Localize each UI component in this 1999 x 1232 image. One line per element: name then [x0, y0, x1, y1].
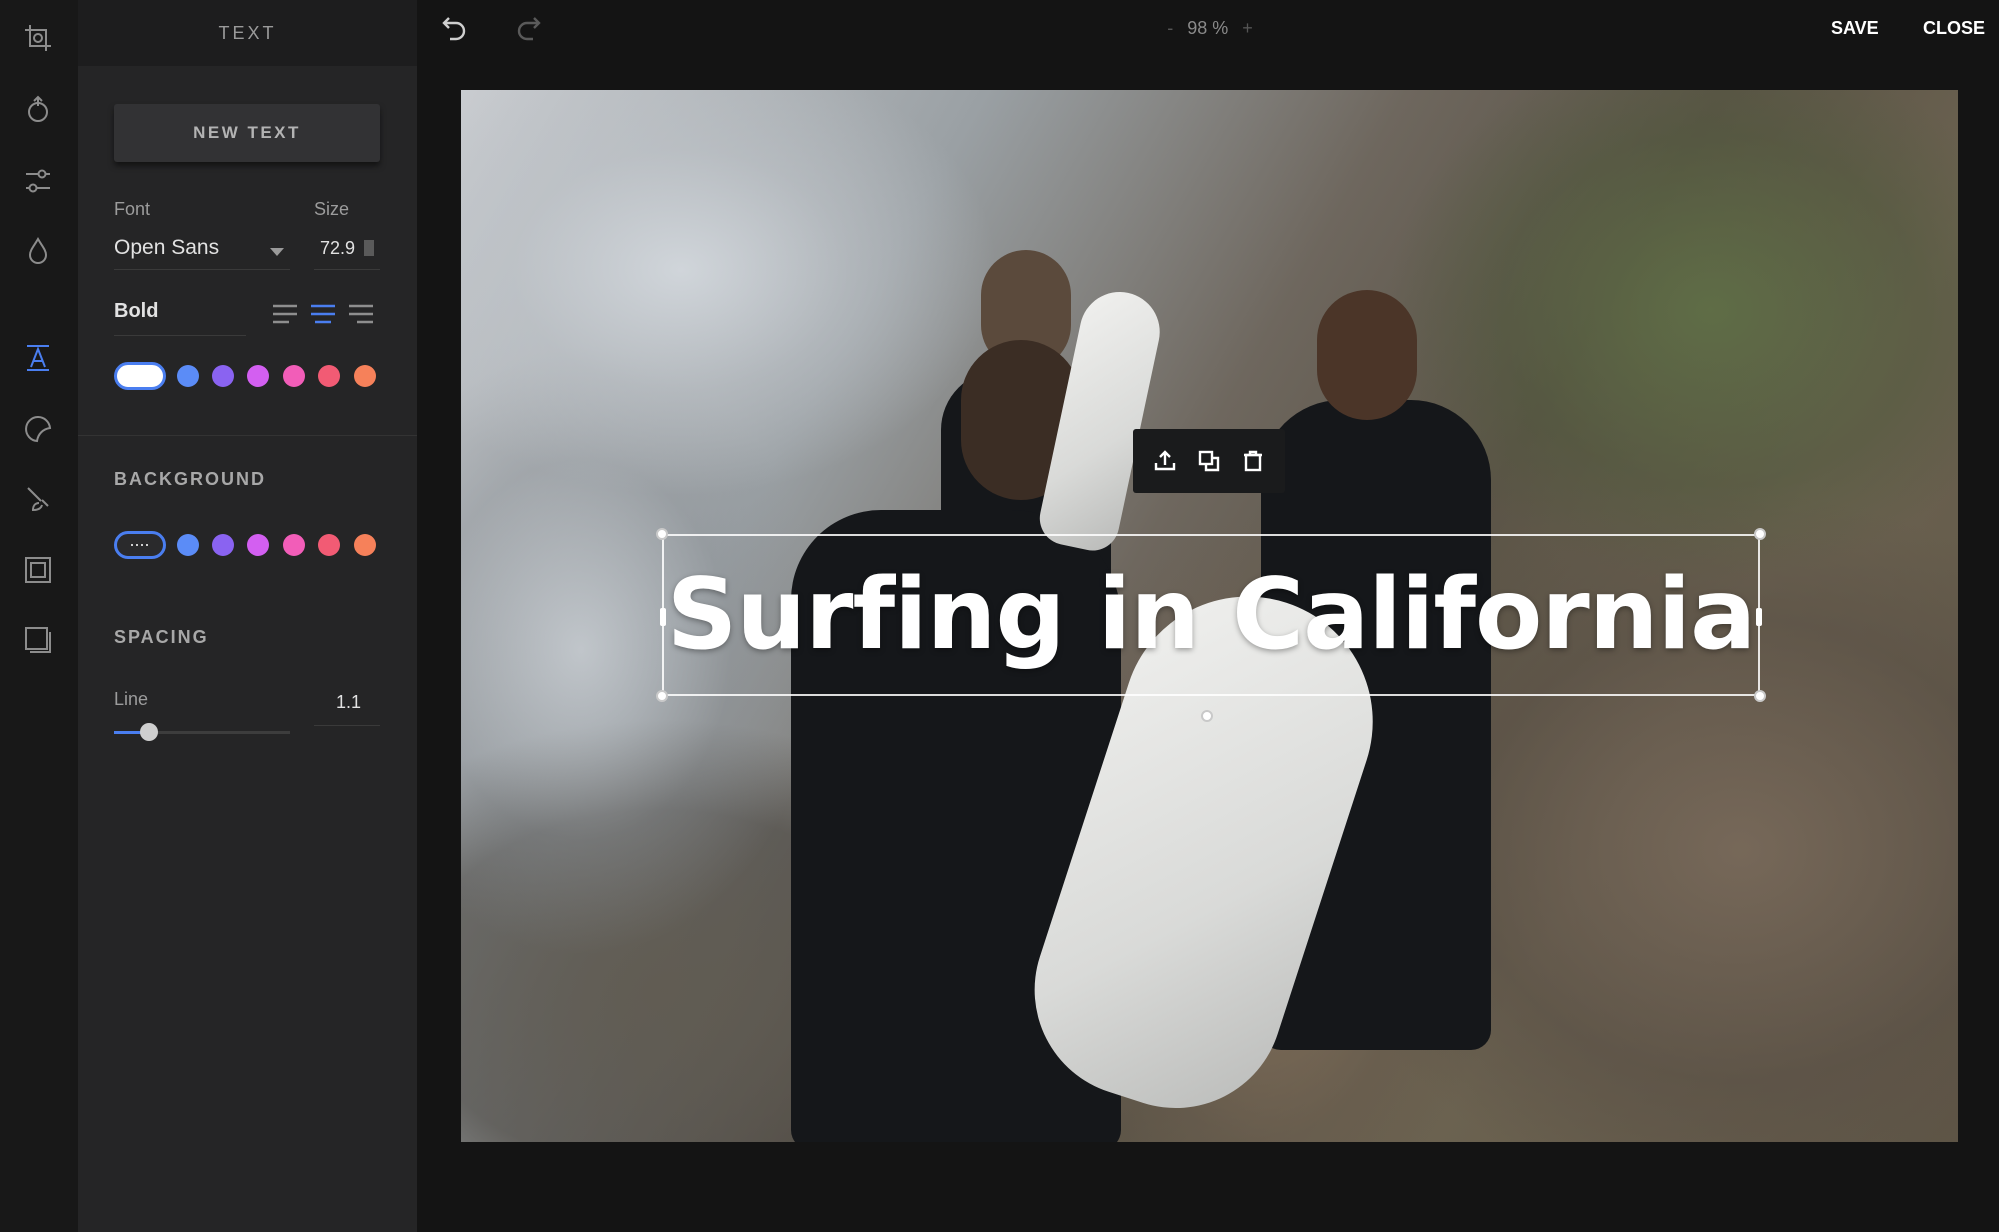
text-object[interactable]: Surfing in California: [656, 528, 1766, 722]
text-color-purple[interactable]: [212, 365, 234, 387]
font-weight-select[interactable]: Bold: [114, 296, 246, 336]
rotate-handle[interactable]: [1201, 710, 1213, 722]
background-color-orange[interactable]: [354, 534, 376, 556]
zoom-value: 98 %: [1187, 18, 1229, 38]
new-text-button[interactable]: NEW TEXT: [114, 104, 380, 162]
sticker-icon[interactable]: [19, 410, 57, 448]
resize-handle-top-left[interactable]: [656, 528, 668, 540]
background-title: BACKGROUND: [114, 469, 266, 489]
delete-icon[interactable]: [1240, 448, 1266, 474]
background-color-pink[interactable]: [283, 534, 305, 556]
zoom-control: - 98 % +: [1160, 18, 1260, 39]
undo-icon[interactable]: [441, 14, 469, 47]
font-select[interactable]: Open Sans: [114, 230, 290, 270]
zoom-in-button[interactable]: +: [1242, 18, 1253, 39]
redo-icon[interactable]: [514, 14, 542, 47]
adjust-icon[interactable]: [19, 162, 57, 200]
text-color-orange[interactable]: [354, 365, 376, 387]
size-underline: [314, 269, 380, 270]
align-right-icon[interactable]: [348, 303, 374, 325]
crop-icon[interactable]: [19, 19, 57, 57]
background-color-purple[interactable]: [212, 534, 234, 556]
line-spacing-label: Line: [114, 689, 149, 709]
object-toolbar: [1133, 429, 1285, 493]
resize-handle-bottom-right[interactable]: [1754, 690, 1766, 702]
resize-handle-bottom-left[interactable]: [656, 690, 668, 702]
align-left-icon[interactable]: [272, 303, 298, 325]
weight-underline: [114, 335, 246, 336]
text-color-pink[interactable]: [283, 365, 305, 387]
text-icon[interactable]: [19, 339, 57, 377]
text-color-magenta[interactable]: [247, 365, 269, 387]
resize-handle-top-right[interactable]: [1754, 528, 1766, 540]
headline-text[interactable]: Surfing in California: [664, 536, 1758, 694]
slider-thumb[interactable]: [140, 723, 159, 741]
align-center-icon[interactable]: [310, 303, 336, 325]
tool-rail: [0, 0, 78, 1232]
chevron-down-icon: [270, 248, 284, 256]
save-button[interactable]: SAVE: [1831, 18, 1879, 39]
filter-icon[interactable]: [19, 232, 57, 270]
size-label: Size: [314, 199, 350, 219]
background-color-red[interactable]: [318, 534, 340, 556]
zoom-out-button[interactable]: -: [1167, 18, 1173, 39]
font-underline: [114, 269, 290, 270]
bring-to-front-icon[interactable]: [1152, 448, 1178, 474]
orientation-icon[interactable]: [19, 90, 57, 128]
background-color-magenta[interactable]: [247, 534, 269, 556]
font-weight-value: Bold: [114, 300, 159, 322]
panel-divider: [78, 435, 417, 436]
text-panel: TEXT NEW TEXT Font Size Open Sans 72.9 B…: [78, 0, 417, 1232]
resize-handle-right[interactable]: [1756, 608, 1762, 626]
background-color-none[interactable]: [114, 531, 166, 559]
font-value: Open Sans: [114, 236, 220, 259]
line-spacing-underline: [314, 725, 380, 726]
text-color-white[interactable]: [114, 362, 166, 390]
overlay-icon[interactable]: [19, 621, 57, 659]
line-spacing-field[interactable]: 1.1: [314, 686, 380, 726]
line-spacing-value: 1.1: [336, 692, 362, 712]
photo-editor: TEXT NEW TEXT Font Size Open Sans 72.9 B…: [0, 0, 1999, 1232]
spacing-title: SPACING: [114, 627, 209, 647]
text-color-red[interactable]: [318, 365, 340, 387]
size-value: 72.9: [320, 238, 356, 258]
frame-icon[interactable]: [19, 551, 57, 589]
font-label: Font: [114, 199, 151, 219]
text-color-blue[interactable]: [177, 365, 199, 387]
size-stepper[interactable]: [364, 240, 374, 256]
duplicate-icon[interactable]: [1196, 448, 1222, 474]
background-color-blue[interactable]: [177, 534, 199, 556]
close-button[interactable]: CLOSE: [1923, 18, 1985, 39]
panel-title: TEXT: [78, 0, 417, 66]
surfer-head-right: [1317, 290, 1417, 420]
resize-handle-left[interactable]: [660, 608, 666, 626]
size-field[interactable]: 72.9: [314, 230, 380, 270]
brush-icon[interactable]: [19, 480, 57, 518]
